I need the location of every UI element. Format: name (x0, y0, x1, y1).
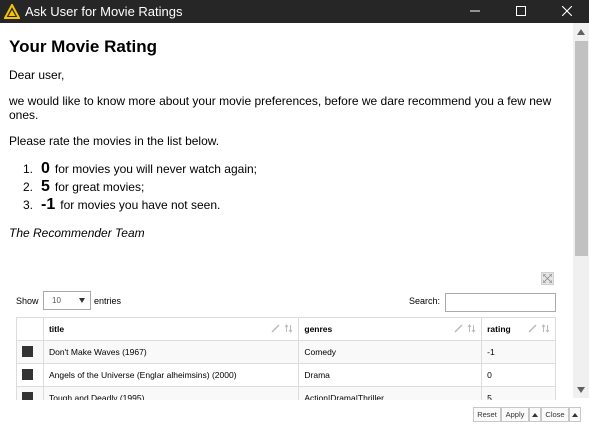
dialog-window: Ask User for Movie Ratings Your Movie Ra… (0, 0, 589, 430)
search-label: Search: (409, 296, 441, 306)
title-cell[interactable]: Tough and Deadly (1995) (42, 386, 300, 400)
close-icon (561, 3, 572, 21)
maximize-button[interactable] (498, 0, 543, 23)
rating-rule: 2. 5 for great movies; (23, 178, 144, 196)
rating-rule: 1. 0 for movies you will never watch aga… (23, 160, 257, 178)
column-header-title[interactable]: title (42, 317, 300, 341)
rule-number: 3. (23, 198, 34, 212)
rating-cell[interactable]: 5 (481, 386, 556, 400)
column-header-label: genres (304, 324, 333, 334)
row-checkbox[interactable] (22, 368, 33, 380)
intro-text: we would like to know more about your mo… (9, 94, 552, 122)
signature-text: The Recommender Team (9, 226, 145, 240)
title-cell[interactable]: Don't Make Waves (1967) (42, 340, 300, 364)
show-label: Show (16, 296, 39, 306)
pencil-icon[interactable] (271, 324, 280, 335)
chevron-down-icon (79, 298, 85, 303)
pencil-icon[interactable] (454, 324, 463, 335)
column-header-label: title (48, 324, 65, 334)
content-area[interactable]: Your Movie Rating Dear user, we would li… (0, 23, 573, 400)
minimize-icon (469, 3, 480, 21)
rating-cell[interactable]: -1 (481, 340, 556, 364)
entries-label: entries (94, 296, 122, 306)
close-dialog-button[interactable]: Close (541, 407, 569, 422)
instruction-text: Please rate the movies in the list below… (9, 134, 220, 148)
window-title: Ask User for Movie Ratings (25, 4, 183, 19)
row-checkbox[interactable] (22, 391, 33, 400)
entries-select[interactable]: 10 (43, 291, 91, 310)
close-button[interactable] (544, 0, 589, 23)
row-select-cell[interactable] (16, 340, 44, 364)
select-column-header[interactable] (16, 317, 44, 341)
rule-text: for movies you have not seen. (60, 198, 221, 212)
rule-text: for great movies; (54, 180, 145, 194)
table-header-row: title genres rating (16, 317, 556, 341)
scroll-down-icon[interactable] (573, 381, 589, 398)
greeting-text: Dear user, (9, 68, 65, 82)
genres-cell[interactable]: Drama (298, 363, 483, 387)
rule-value: 0 (41, 160, 50, 177)
scroll-up-icon[interactable] (573, 23, 589, 40)
vertical-scrollbar[interactable] (573, 23, 589, 398)
sort-icon[interactable] (467, 324, 476, 335)
page-title: Your Movie Rating (9, 37, 157, 56)
row-select-cell[interactable] (16, 386, 44, 400)
rule-number: 1. (23, 162, 34, 176)
column-header-rating[interactable]: rating (481, 317, 556, 341)
entries-value: 10 (52, 296, 61, 305)
table-row[interactable]: Tough and Deadly (1995) Action|Drama|Thr… (16, 386, 556, 400)
chevron-up-icon (572, 412, 578, 417)
app-icon (4, 3, 20, 20)
rule-number: 2. (23, 180, 34, 194)
sort-icon[interactable] (284, 324, 293, 335)
title-cell[interactable]: Angels of the Universe (Englar alheimsin… (42, 363, 300, 387)
table-row[interactable]: Don't Make Waves (1967) Comedy -1 (16, 340, 556, 364)
rule-value: 5 (41, 178, 50, 195)
column-header-label: rating (487, 324, 511, 334)
rule-value: -1 (41, 196, 56, 213)
rating-cell[interactable]: 0 (481, 363, 556, 387)
table-row[interactable]: Angels of the Universe (Englar alheimsin… (16, 363, 556, 387)
minimize-button[interactable] (452, 0, 497, 23)
button-bar: Reset Apply Close (0, 400, 589, 430)
close-options-button[interactable] (569, 407, 581, 422)
apply-options-button[interactable] (529, 407, 541, 422)
apply-button[interactable]: Apply (501, 407, 529, 422)
pencil-icon[interactable] (528, 324, 537, 335)
reset-button[interactable]: Reset (473, 407, 501, 422)
genres-cell[interactable]: Action|Drama|Thriller (298, 386, 483, 400)
title-bar[interactable]: Ask User for Movie Ratings (0, 0, 589, 23)
fullscreen-icon[interactable] (541, 272, 554, 285)
rating-rule: 3. -1 for movies you have not seen. (23, 196, 220, 214)
genres-cell[interactable]: Comedy (298, 340, 483, 364)
row-select-cell[interactable] (16, 363, 44, 387)
chevron-up-icon (532, 412, 538, 417)
sort-icon[interactable] (541, 324, 550, 335)
scroll-thumb[interactable] (575, 41, 588, 256)
ratings-table: title genres rating Don't Make Waves (19… (16, 317, 556, 400)
search-input[interactable] (445, 293, 556, 312)
row-checkbox[interactable] (22, 345, 33, 357)
column-header-genres[interactable]: genres (298, 317, 483, 341)
rule-text: for movies you will never watch again; (54, 162, 257, 176)
maximize-icon (515, 3, 526, 21)
